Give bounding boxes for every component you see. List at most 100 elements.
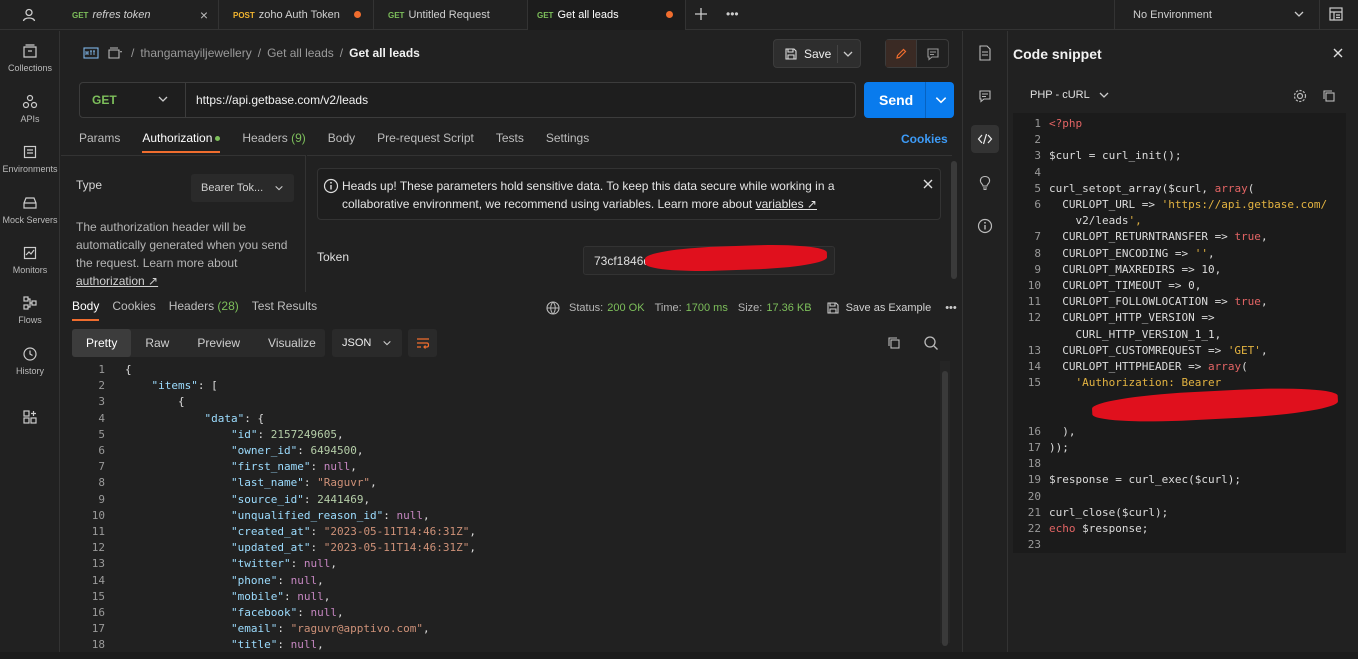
auth-description-text: The authorization header will be automat… [76, 220, 288, 270]
wrap-lines-button[interactable] [408, 329, 437, 357]
request-tab[interactable]: GET refres token × [58, 0, 219, 30]
tab-response-body[interactable]: Body [72, 299, 100, 321]
cookies-link[interactable]: Cookies [901, 132, 948, 146]
view-raw[interactable]: Raw [131, 329, 183, 357]
view-pretty[interactable]: Pretty [72, 329, 132, 357]
sidebar-item-label: APIs [20, 114, 40, 124]
breadcrumb-collection[interactable]: Get all leads [267, 46, 334, 60]
line-number: 11 [1027, 295, 1041, 309]
gear-icon[interactable] [1292, 88, 1308, 104]
code-line: CURLOPT_HTTPHEADER => array( [1049, 360, 1248, 373]
code-line: CURLOPT_TIMEOUT => 0, [1049, 279, 1202, 292]
authorization-link[interactable]: authorization ↗ [76, 274, 158, 288]
related-collections-button[interactable] [971, 169, 999, 197]
copy-icon[interactable] [1322, 89, 1336, 103]
auth-type-select[interactable]: Bearer Tok... [191, 174, 294, 202]
environments-icon [23, 145, 37, 159]
sidebar-item-apis[interactable]: APIs [0, 90, 60, 134]
request-tab-active[interactable]: GET Get all leads [528, 0, 686, 30]
close-icon[interactable] [922, 178, 934, 190]
sidebar-item-monitors[interactable]: Monitors [0, 241, 60, 285]
copy-icon[interactable] [887, 336, 901, 350]
tab-method: POST [233, 10, 255, 20]
view-preview[interactable]: Preview [183, 329, 254, 357]
info-panel-button[interactable] [971, 212, 999, 240]
account-button[interactable] [0, 0, 58, 30]
breadcrumb-request[interactable]: Get all leads [349, 46, 420, 60]
tab-pre-request-script[interactable]: Pre-request Script [377, 131, 474, 151]
wrap-lines-icon [416, 338, 429, 349]
postman-window: GET refres token × POST zoho Auth Token … [0, 0, 1358, 659]
search-icon[interactable] [923, 335, 939, 351]
line-number: 7 [98, 460, 105, 474]
line-number: 10 [91, 508, 105, 522]
code-snippet-panel: Code snippet PHP - cURL 1 <?php 2 3 $curl = … [1007, 31, 1358, 659]
response-scrollbar[interactable] [940, 361, 950, 646]
tab-params[interactable]: Params [79, 131, 120, 151]
more-options-icon[interactable]: ••• [945, 302, 957, 314]
tab-tests[interactable]: Tests [496, 131, 524, 151]
comments-button[interactable] [917, 40, 948, 67]
sidebar-item-collections[interactable]: Collections [0, 39, 60, 83]
edit-mode-button[interactable] [886, 40, 917, 67]
tab-title: Get all leads [557, 9, 619, 21]
save-as-example-button[interactable]: Save as Example [846, 302, 932, 314]
comments-panel-button[interactable] [971, 82, 999, 110]
save-button[interactable]: Save [773, 39, 861, 68]
url-input[interactable]: https://api.getbase.com/v2/leads [196, 93, 368, 107]
chevron-down-icon[interactable] [842, 48, 854, 60]
send-button[interactable]: Send [864, 82, 954, 118]
variables-link[interactable]: variables ↗ [756, 197, 817, 211]
close-icon[interactable] [1332, 47, 1344, 59]
globe-icon[interactable] [545, 300, 561, 316]
view-visualize[interactable]: Visualize [254, 329, 330, 357]
code-snippet-editor[interactable]: 1 <?php 2 3 $curl = curl_init(); 4 5 curl_setop… [1013, 113, 1346, 553]
response-body-code[interactable]: 1 {2 "items": [3 {4 "data": {5 "id": 2157… [61, 361, 941, 659]
breadcrumb-workspace[interactable]: thangamayiljewellery [140, 46, 251, 60]
tab-body[interactable]: Body [328, 131, 355, 151]
configure-sidebar-button[interactable] [0, 405, 60, 449]
more-tabs-icon[interactable]: ••• [726, 7, 739, 21]
headers-count: (9) [291, 131, 306, 145]
right-toolbar [962, 31, 1006, 659]
close-tab-icon[interactable]: × [200, 7, 208, 23]
code-line: "data": { [204, 411, 265, 425]
request-tab[interactable]: POST zoho Auth Token [219, 0, 374, 30]
tab-response-cookies[interactable]: Cookies [112, 299, 155, 319]
new-tab-button[interactable] [694, 7, 708, 24]
tab-method: GET [537, 10, 554, 20]
documentation-button[interactable] [971, 39, 999, 67]
language-select[interactable]: PHP - cURL [1030, 89, 1110, 101]
chevron-down-icon[interactable] [934, 93, 948, 107]
tab-label: Authorization [142, 131, 213, 145]
sidebar-item-history[interactable]: History [0, 342, 60, 386]
environment-quick-look-button[interactable] [1328, 6, 1344, 25]
code-line: "source_id": 2441469, [230, 492, 371, 506]
sidebar-item-label: Mock Servers [2, 215, 58, 225]
line-number: 16 [91, 606, 105, 619]
request-tab[interactable]: GET Untitled Request [374, 0, 528, 30]
environment-selector[interactable]: No Environment [1114, 0, 1320, 30]
code-snippet-button[interactable] [971, 125, 999, 153]
tab-authorization[interactable]: Authorization [142, 131, 221, 153]
auth-scrollbar[interactable] [951, 161, 957, 279]
format-select[interactable]: JSON [332, 329, 402, 357]
sidebar-item-environments[interactable]: Environments [0, 140, 60, 184]
tab-test-results[interactable]: Test Results [252, 299, 317, 319]
code-line: { [125, 363, 132, 376]
sidebar-item-label: Monitors [12, 265, 48, 275]
save-icon [827, 302, 839, 314]
tab-settings[interactable]: Settings [546, 131, 589, 151]
line-number: 9 [1034, 262, 1041, 276]
sidebar-item-flows[interactable]: Flows [0, 291, 60, 335]
tab-headers[interactable]: Headers (9) [242, 131, 305, 151]
method-select[interactable]: GET [80, 83, 186, 117]
tab-label: Headers [168, 299, 215, 313]
line-number: 20 [1027, 489, 1041, 503]
line-number: 2 [1034, 133, 1041, 147]
sidebar-item-mock-servers[interactable]: Mock Servers [0, 191, 60, 235]
code-line: "facebook": null, [230, 606, 344, 619]
sidebar-item-label: Flows [18, 315, 42, 325]
tab-response-headers[interactable]: Headers (28) [169, 299, 239, 319]
collections-icon [23, 44, 37, 58]
